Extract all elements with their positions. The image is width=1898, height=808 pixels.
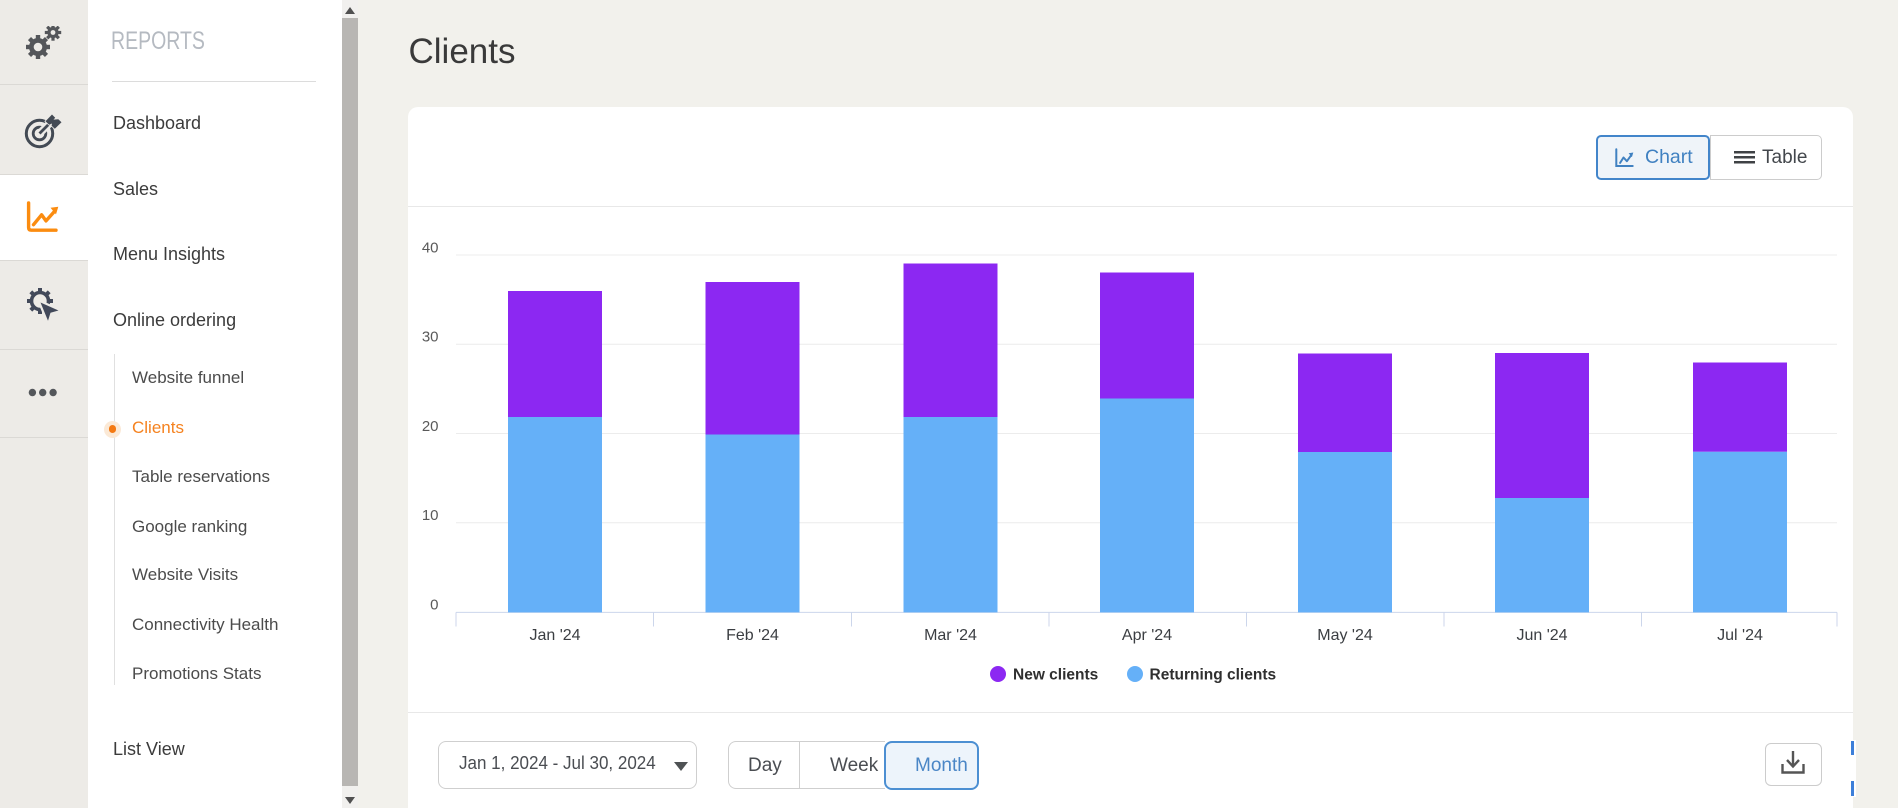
svg-text:30: 30 <box>422 329 439 346</box>
svg-text:40: 40 <box>422 240 439 257</box>
svg-text:0: 0 <box>430 596 438 613</box>
svg-text:Feb '24: Feb '24 <box>726 627 779 644</box>
svg-text:Jun '24: Jun '24 <box>1516 627 1567 644</box>
svg-text:Returning clients: Returning clients <box>1150 667 1277 684</box>
svg-text:20: 20 <box>422 418 439 435</box>
svg-text:Mar '24: Mar '24 <box>924 627 977 644</box>
svg-text:Jul '24: Jul '24 <box>1717 627 1763 644</box>
svg-text:10: 10 <box>422 507 439 524</box>
svg-text:May '24: May '24 <box>1317 627 1373 644</box>
svg-text:New clients: New clients <box>1013 667 1098 684</box>
svg-text:Apr '24: Apr '24 <box>1122 627 1172 644</box>
svg-text:Jan '24: Jan '24 <box>529 627 580 644</box>
